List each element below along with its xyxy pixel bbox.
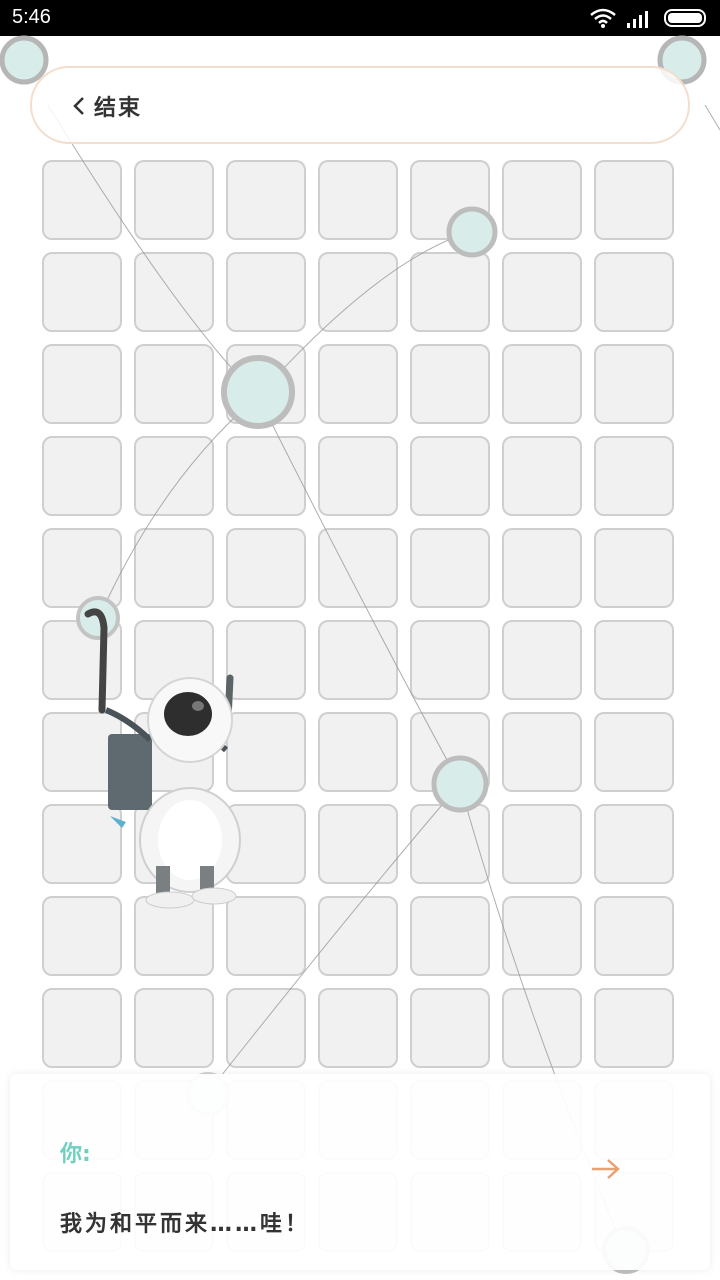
planet-circle bbox=[446, 206, 498, 258]
planet-circle bbox=[431, 755, 489, 813]
speaker-name: 你: bbox=[60, 1142, 91, 1167]
end-label: 结束 bbox=[94, 96, 143, 121]
orbit-line bbox=[47, 104, 259, 397]
planet-circle bbox=[0, 35, 49, 85]
end-button[interactable]: 结束 bbox=[72, 90, 142, 122]
orbit-line bbox=[257, 395, 461, 785]
orbit-line bbox=[97, 395, 259, 621]
planet-circle bbox=[76, 596, 120, 640]
back-chevron-icon bbox=[73, 97, 84, 115]
orbit-line bbox=[209, 783, 461, 1091]
dialog-box[interactable]: 你: 我为和平而来……哇！ bbox=[10, 1074, 710, 1270]
dialog-message: 我为和平而来……哇！ bbox=[60, 1212, 311, 1237]
orbit-line bbox=[704, 104, 720, 131]
next-arrow-icon[interactable] bbox=[586, 1154, 626, 1184]
planet-circle bbox=[221, 355, 295, 429]
orbit-line bbox=[257, 231, 471, 397]
astronaut-figure bbox=[84, 608, 241, 909]
header-bar: 结束 bbox=[30, 66, 690, 144]
